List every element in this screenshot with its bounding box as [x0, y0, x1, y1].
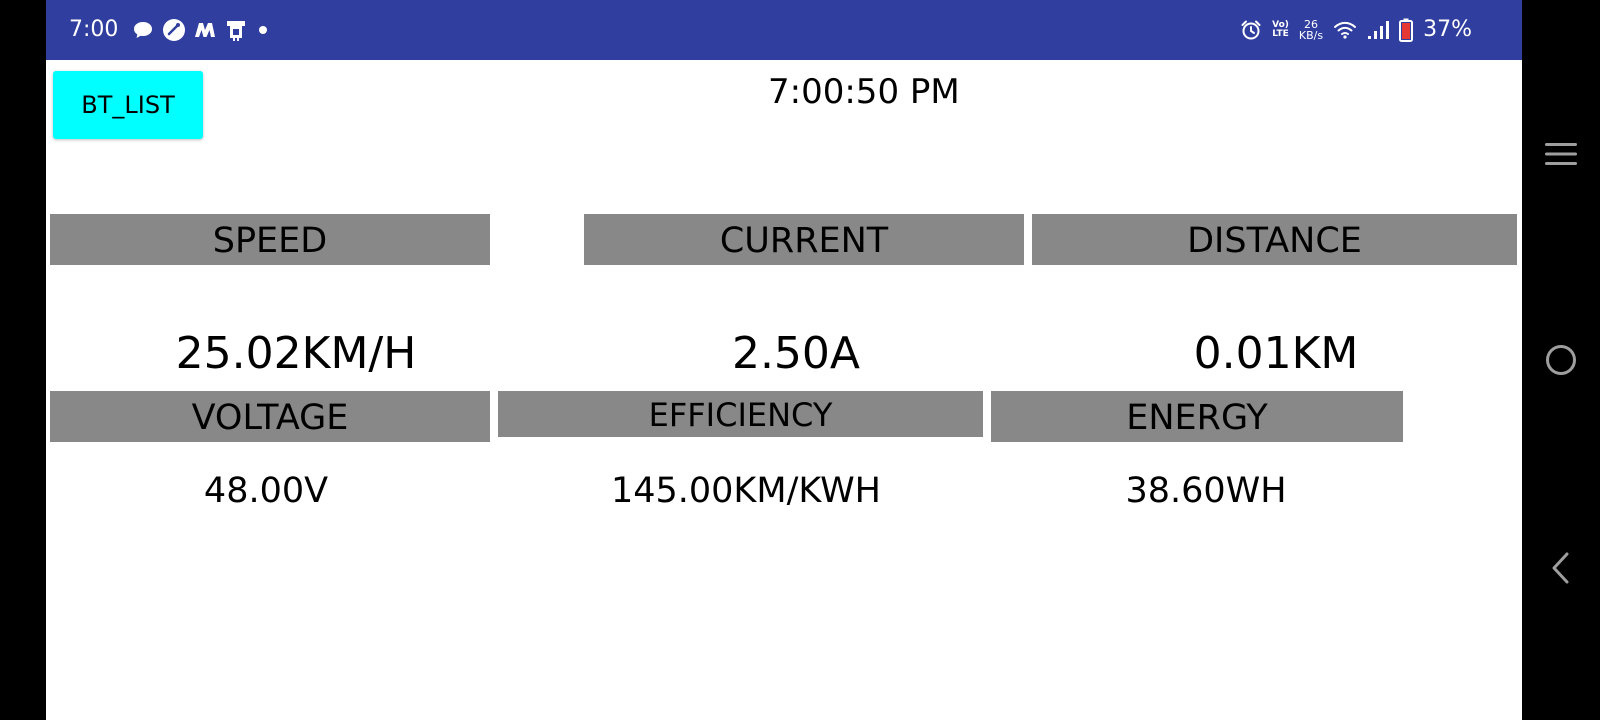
speed-value: 25.02KM/H: [175, 328, 417, 379]
navigation-bar: [1522, 0, 1600, 720]
voltage-label: VOLTAGE: [191, 398, 349, 438]
energy-value: 38.60WH: [1125, 471, 1287, 511]
voltage-value: 48.00V: [203, 471, 329, 511]
sim-toolkit-icon: [224, 18, 248, 42]
chat-bubble-icon: [132, 19, 154, 41]
current-label: CURRENT: [719, 221, 889, 261]
battery-icon: [1399, 18, 1414, 42]
current-value: 2.50A: [731, 328, 861, 379]
volte-bottom-label: LTE: [1272, 29, 1289, 39]
distance-header: DISTANCE: [1032, 214, 1517, 265]
m-logo-icon: [194, 20, 216, 40]
current-header: CURRENT: [584, 214, 1024, 265]
status-bar: 7:00 Vo) LTE 26 KB/s 37%: [46, 0, 1522, 60]
wifi-icon: [1333, 20, 1357, 40]
menu-icon[interactable]: [1541, 134, 1581, 174]
notification-icons: [132, 16, 270, 44]
battery-percent: 37%: [1423, 17, 1472, 42]
clock-display: 7:00:50 PM: [768, 72, 960, 112]
voltage-header: VOLTAGE: [50, 391, 490, 442]
distance-label: DISTANCE: [1187, 221, 1362, 261]
signal-icon: [1367, 20, 1390, 40]
network-speed: 26 KB/s: [1299, 19, 1323, 41]
energy-header: ENERGY: [991, 391, 1403, 442]
back-icon[interactable]: [1541, 548, 1581, 588]
status-right-icons: Vo) LTE 26 KB/s 37%: [1240, 14, 1472, 46]
speed-label: SPEED: [212, 221, 328, 261]
network-speed-unit: KB/s: [1298, 29, 1324, 42]
dot-icon: [256, 23, 270, 37]
home-icon[interactable]: [1541, 340, 1581, 380]
efficiency-label: EFFICIENCY: [648, 396, 833, 434]
efficiency-value: 145.00KM/KWH: [610, 471, 882, 511]
app-screen: 7:00 Vo) LTE 26 KB/s 37% BT_LIST 7:00:50…: [46, 0, 1522, 720]
volte-indicator: Vo) LTE: [1272, 21, 1289, 39]
distance-value: 0.01KM: [1193, 328, 1359, 379]
efficiency-header: EFFICIENCY: [498, 391, 983, 437]
energy-label: ENERGY: [1126, 398, 1268, 438]
alarm-icon: [1240, 19, 1262, 41]
speed-header: SPEED: [50, 214, 490, 265]
status-time: 7:00: [69, 17, 119, 42]
bt-list-button[interactable]: BT_LIST: [53, 71, 203, 139]
speed-dial-icon: [162, 18, 186, 42]
